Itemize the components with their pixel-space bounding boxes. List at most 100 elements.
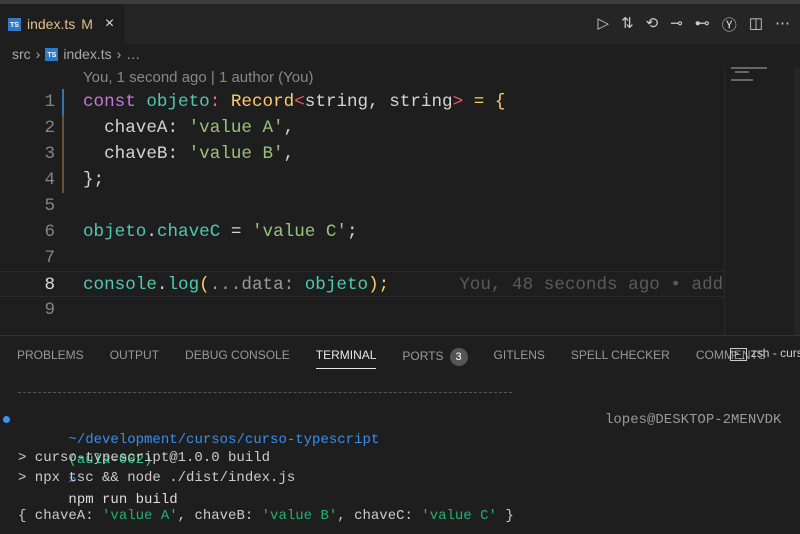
code-token: chaveB: [83,144,189,164]
breadcrumb-file[interactable]: index.ts [63,46,111,62]
minimap[interactable] [724,67,800,335]
typescript-file-icon: TS [8,17,21,31]
code-token: objeto [304,275,369,295]
inline-blame[interactable]: You, 48 seconds ago • add [459,275,723,295]
code-line[interactable]: 2 chaveA: 'value A', [0,115,724,141]
code-token: > [452,92,464,112]
output-token: 'value B' [261,508,338,524]
code-token: = { [463,92,506,112]
git-change-gutter[interactable] [62,89,64,115]
tab-filename: index.ts [27,16,76,32]
command-decoration-icon[interactable] [3,416,10,423]
line-number: 3 [44,144,55,164]
line-number: 7 [44,248,55,268]
code-token: log [167,275,200,295]
code-token: console [83,275,157,295]
code-line[interactable]: 6 objeto.chaveC = 'value C'; [0,219,724,245]
code-token: ( [199,275,210,295]
breadcrumb-more[interactable]: … [126,46,140,62]
code-token: = [220,222,252,242]
line-number: 2 [44,118,55,138]
typescript-file-icon: TS [45,47,59,61]
git-change-gutter[interactable] [62,115,64,141]
code-token: objeto [146,92,210,112]
terminal-result: { chaveA: 'value A', chaveB: 'value B', … [18,506,514,526]
code-token: , [283,118,295,138]
code-token: chaveA: [83,118,189,138]
line-number: 9 [44,300,55,320]
code-line[interactable]: 7 [0,245,724,271]
code-text: objeto.chaveC = 'value C'; [83,219,358,245]
code-token: . [156,275,168,295]
git-change-gutter[interactable] [62,167,64,193]
code-token: . [146,222,157,242]
chevron-right-icon: › [35,46,41,62]
panel-tab-gitlens[interactable]: GITLENS [494,348,545,369]
git-change-gutter[interactable] [62,141,64,167]
prompt-separator [18,392,512,393]
line-number: 4 [44,170,55,190]
output-token: 'value C' [421,508,497,524]
editor-actions: ▷ ⇅ ⟲ ⊸ ⊷ Ⓨ ◫ ⋯ [598,14,790,35]
terminal-icon: >_ [730,348,748,361]
panel-tab-ports[interactable]: PORTS 3 [402,348,468,369]
line-number: 1 [44,92,55,112]
gitlens-icon[interactable]: Ⓨ [722,14,737,35]
panel-tab-output[interactable]: OUTPUT [110,348,159,369]
code-line[interactable]: 3 chaveB: 'value B', [0,141,724,167]
breadcrumb-folder[interactable]: src [12,46,31,62]
code-token: 'value A' [188,118,284,138]
more-actions-icon[interactable]: ⋯ [775,14,790,35]
bottom-panel: PROBLEMS OUTPUT DEBUG CONSOLE TERMINAL PORTS… [0,335,800,534]
code-text: chaveA: 'value A', [83,115,294,141]
split-editor-icon[interactable]: ◫ [749,14,763,35]
output-token: } [496,508,514,524]
code-token: const [83,92,147,112]
code-line[interactable]: 1 const objeto: Record<string, string> = … [0,89,724,115]
breadcrumb: src › TS index.ts › … [12,46,140,62]
code-line[interactable]: 8 console.log(...data: objeto); You, 48 se… [0,271,724,297]
code-token: < [294,92,305,112]
line-number: 6 [44,222,55,242]
code-text: console.log(...data: objeto); You, 48 sec… [83,272,723,298]
terminal-line: > curso-typescript@1.0.0 build [18,450,271,466]
code-line[interactable]: 4}; [0,167,724,193]
code-line[interactable]: 5 [0,193,724,219]
line-number: 5 [44,196,55,216]
terminal-line: > npx tsc && node ./dist/index.js [18,470,296,486]
terminal-output[interactable]: ~/development/cursos/curso-typescript (a… [0,386,800,530]
code-token: chaveC [156,222,221,242]
panel-tab-problems[interactable]: PROBLEMS [17,348,84,369]
output-token: 'value A' [102,508,178,524]
code-token: string, string [304,92,453,112]
next-change-icon[interactable]: ⊷ [695,14,710,35]
terminal-shell-tab[interactable]: >_ zsh - curs [730,346,800,361]
panel-tabs: PROBLEMS OUTPUT DEBUG CONSOLE TERMINAL PORTS… [17,348,766,369]
commit-icon[interactable]: ⊸ [670,14,683,35]
output-token: , chaveC: [337,508,422,524]
compare-changes-icon[interactable]: ⇅ [621,14,634,35]
run-icon[interactable]: ▷ [598,14,610,35]
chevron-right-icon: › [116,46,122,62]
panel-tab-debug-console[interactable]: DEBUG CONSOLE [185,348,290,369]
code-editor[interactable]: You, 1 second ago | 1 author (You) 1 cons… [0,67,724,335]
shell-name: zsh - curs [750,346,800,360]
close-icon[interactable]: × [105,15,114,33]
code-token: : [209,92,231,112]
code-text: }; [83,167,104,193]
panel-tab-terminal[interactable]: TERMINAL [315,348,377,369]
modified-indicator: M [81,16,93,32]
code-token: ...data: [209,275,305,295]
tab-index-ts[interactable]: TS index.ts M × [0,4,125,44]
line-number: 8 [44,275,55,295]
prompt-right: lopes@DESKTOP-2MENVDK [605,412,782,428]
output-token: , chaveB: [177,508,262,524]
editor-tab-bar: TS index.ts M × ▷ ⇅ ⟲ ⊸ ⊷ Ⓨ ◫ ⋯ [0,4,800,44]
code-line[interactable]: 9 [0,297,724,323]
codelens-blame[interactable]: You, 1 second ago | 1 author (You) [83,69,313,86]
prompt-path: ~/development/cursos/curso-typescript [68,432,380,448]
previous-change-icon[interactable]: ⟲ [646,14,659,35]
code-token: Record [230,92,295,112]
code-token: ; [347,222,358,242]
panel-tab-spell-checker[interactable]: SPELL CHECKER [571,348,670,369]
